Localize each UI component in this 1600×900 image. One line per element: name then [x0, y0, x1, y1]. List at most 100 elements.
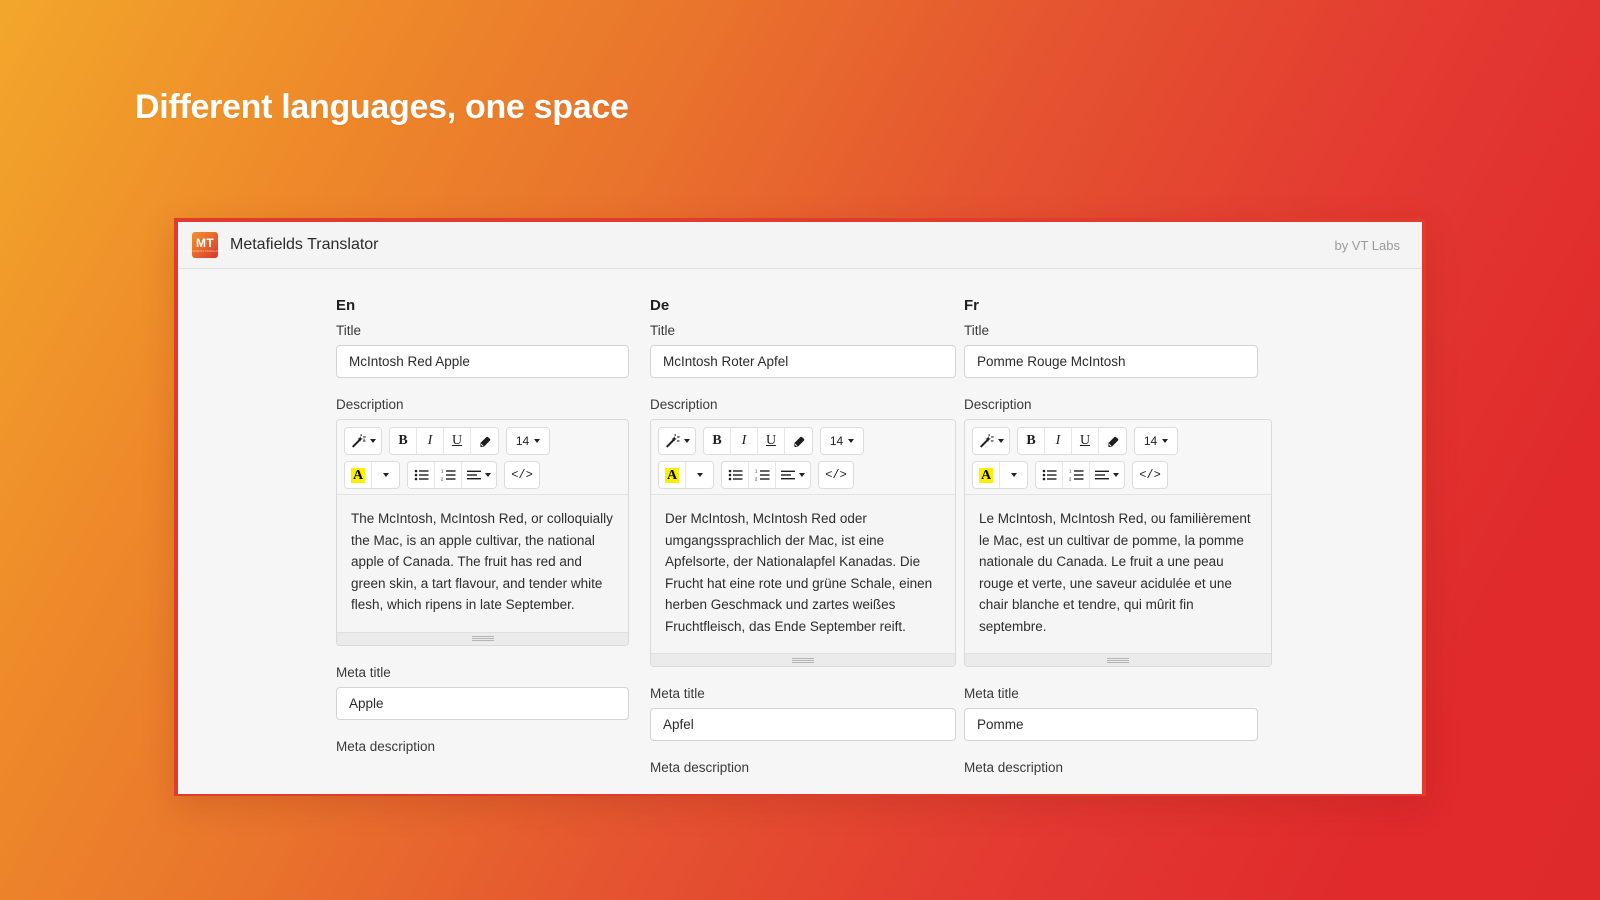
bullet-list-icon[interactable] [1036, 462, 1063, 488]
description-editor: B I U [336, 419, 629, 646]
italic-button[interactable]: I [731, 428, 758, 454]
meta-description-label: Meta description [650, 760, 750, 775]
font-size-select[interactable]: 14 [821, 428, 863, 454]
eraser-icon[interactable] [471, 428, 498, 454]
font-size-value: 14 [1143, 434, 1158, 448]
description-text[interactable]: Der McIntosh, McIntosh Red oder umgangss… [651, 495, 955, 653]
font-size-value: 14 [515, 434, 530, 448]
align-left-icon [1095, 470, 1109, 479]
toolbar-group-highlight: A [972, 461, 1028, 489]
code-view-button[interactable]: </> [505, 462, 539, 488]
eraser-glyph [793, 436, 804, 447]
bullet-list-glyph [414, 469, 428, 481]
highlight-chevron-down-icon [382, 473, 389, 477]
bold-button[interactable]: B [704, 428, 731, 454]
bullet-list-glyph [728, 469, 742, 481]
bold-button[interactable]: B [390, 428, 417, 454]
highlight-letter: A [350, 467, 366, 483]
align-button[interactable] [1090, 462, 1124, 488]
toolbar-row-1: B I U 14 [658, 427, 948, 455]
magic-wand-chevron-down-icon [684, 439, 690, 443]
magic-wand-glyph [666, 434, 680, 448]
underline-button[interactable]: U [1072, 428, 1099, 454]
language-heading: En [336, 297, 356, 314]
numbered-list-glyph: 1 2 [755, 469, 769, 481]
highlight-letter: A [978, 467, 994, 483]
meta-title-input[interactable] [964, 708, 1258, 741]
language-column-fr: Fr Title Description [964, 297, 1278, 782]
toolbar-group-format: B I U [389, 427, 499, 455]
italic-button[interactable]: I [417, 428, 444, 454]
magic-wand-chevron-down-icon [998, 439, 1004, 443]
meta-title-input[interactable] [336, 686, 629, 720]
editor-resize-handle[interactable] [337, 631, 628, 645]
align-button[interactable] [776, 462, 810, 488]
magic-wand-glyph [980, 434, 994, 448]
description-editor: B I U [650, 419, 956, 667]
toolbar-group-lists: 1 2 [721, 461, 811, 489]
text-highlight-color-dropdown[interactable] [372, 462, 399, 488]
translator-content: En Title Description [178, 269, 1422, 794]
meta-title-label: Meta title [964, 686, 1019, 701]
toolbar-group-fontsize: 14 [506, 427, 550, 455]
align-left-icon [781, 470, 795, 479]
description-text[interactable]: The McIntosh, McIntosh Red, or colloquia… [337, 495, 628, 632]
text-highlight-color-dropdown[interactable] [686, 462, 713, 488]
title-input[interactable] [964, 345, 1258, 378]
eraser-icon[interactable] [785, 428, 812, 454]
svg-text:1: 1 [1069, 469, 1072, 474]
code-view-button[interactable]: </> [1133, 462, 1167, 488]
bullet-list-icon[interactable] [408, 462, 435, 488]
eraser-icon[interactable] [1099, 428, 1126, 454]
toolbar-group-lists: 1 2 [407, 461, 497, 489]
language-heading: Fr [964, 297, 979, 314]
underline-button[interactable]: U [758, 428, 785, 454]
text-highlight-button[interactable]: A [345, 462, 372, 488]
numbered-list-icon[interactable]: 1 2 [435, 462, 462, 488]
description-text[interactable]: Le McIntosh, McIntosh Red, ou familièrem… [965, 495, 1271, 653]
toolbar-row-2: A 1 2 </> [658, 461, 948, 489]
editor-resize-handle[interactable] [651, 653, 955, 666]
meta-title-input[interactable] [650, 708, 956, 741]
magic-wand-icon[interactable] [973, 428, 1009, 454]
align-left-icon [467, 470, 481, 479]
italic-button[interactable]: I [1045, 428, 1072, 454]
code-view-button[interactable]: </> [819, 462, 853, 488]
title-label: Title [964, 323, 990, 338]
resize-grip-icon [1107, 657, 1129, 663]
svg-text:2: 2 [441, 476, 444, 481]
magic-wand-icon[interactable] [659, 428, 695, 454]
title-input[interactable] [650, 345, 956, 378]
editor-toolbar: B I U 14 A 1 2 </> [965, 420, 1271, 495]
bold-button[interactable]: B [1018, 428, 1045, 454]
toolbar-group-highlight: A [344, 461, 400, 489]
align-chevron-down-icon [485, 473, 491, 477]
toolbar-group-code: </> [504, 461, 540, 489]
highlight-chevron-down-icon [696, 473, 703, 477]
editor-resize-handle[interactable] [965, 653, 1271, 666]
svg-text:2: 2 [1069, 476, 1072, 481]
toolbar-group-code: </> [818, 461, 854, 489]
numbered-list-icon[interactable]: 1 2 [1063, 462, 1090, 488]
page-title: Different languages, one space [135, 88, 629, 126]
font-size-select[interactable]: 14 [507, 428, 549, 454]
text-highlight-button[interactable]: A [973, 462, 1000, 488]
text-highlight-color-dropdown[interactable] [1000, 462, 1027, 488]
svg-text:2: 2 [755, 476, 758, 481]
title-label: Title [336, 323, 362, 338]
numbered-list-icon[interactable]: 1 2 [749, 462, 776, 488]
title-input[interactable] [336, 345, 629, 378]
align-button[interactable] [462, 462, 496, 488]
font-size-select[interactable]: 14 [1135, 428, 1177, 454]
meta-description-label: Meta description [964, 760, 1064, 775]
align-chevron-down-icon [1113, 473, 1119, 477]
text-highlight-button[interactable]: A [659, 462, 686, 488]
underline-button[interactable]: U [444, 428, 471, 454]
magic-wand-icon[interactable] [345, 428, 381, 454]
editor-toolbar: B I U 14 A 1 2 </> [337, 420, 628, 495]
app-logo-text: MT [196, 235, 214, 250]
toolbar-group-format: B I U [703, 427, 813, 455]
meta-title-label: Meta title [336, 664, 391, 680]
app-title: Metafields Translator [230, 236, 379, 253]
bullet-list-icon[interactable] [722, 462, 749, 488]
